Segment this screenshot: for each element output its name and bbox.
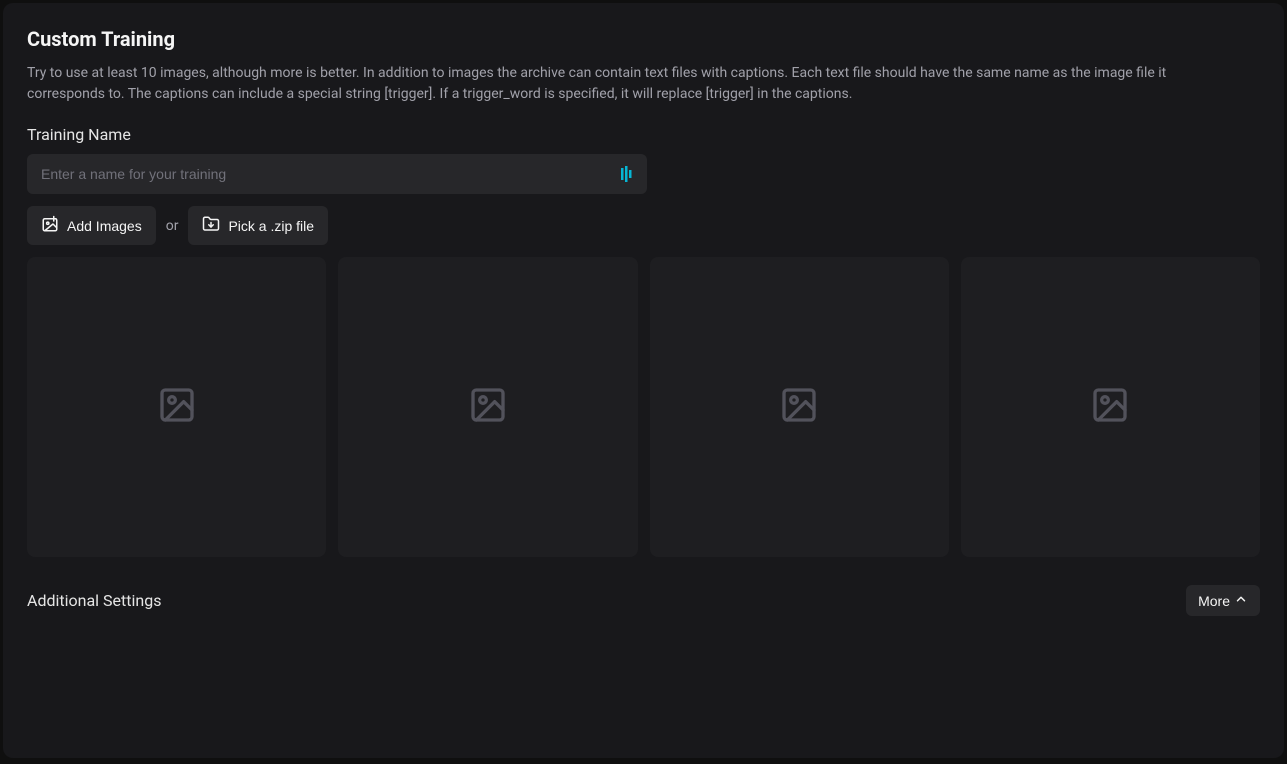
image-slot[interactable] [338, 257, 637, 557]
more-button[interactable]: More [1186, 585, 1260, 616]
or-separator: or [166, 218, 179, 234]
pick-zip-label: Pick a .zip file [228, 218, 314, 234]
training-name-input[interactable] [27, 154, 647, 194]
image-placeholder-icon [779, 385, 819, 429]
page-title: Custom Training [27, 27, 1260, 51]
generate-icon[interactable] [621, 166, 635, 182]
image-slot[interactable] [961, 257, 1260, 557]
add-images-button[interactable]: Add Images [27, 206, 156, 245]
image-placeholder-icon [157, 385, 197, 429]
image-slot[interactable] [650, 257, 949, 557]
training-name-wrapper [27, 154, 647, 194]
folder-zip-icon [202, 215, 220, 236]
image-add-icon [41, 215, 59, 236]
image-grid [27, 257, 1260, 557]
add-images-label: Add Images [67, 218, 142, 234]
image-slot[interactable] [27, 257, 326, 557]
page-description: Try to use at least 10 images, although … [27, 63, 1247, 105]
button-row: Add Images or Pick a .zip file [27, 206, 1260, 245]
settings-row: Additional Settings More [27, 585, 1260, 616]
pick-zip-button[interactable]: Pick a .zip file [188, 206, 328, 245]
more-button-label: More [1198, 593, 1230, 609]
main-container: Custom Training Try to use at least 10 i… [3, 3, 1284, 758]
image-placeholder-icon [1090, 385, 1130, 429]
image-placeholder-icon [468, 385, 508, 429]
chevron-up-icon [1234, 592, 1248, 609]
training-name-label: Training Name [27, 125, 1260, 144]
additional-settings-label: Additional Settings [27, 591, 161, 610]
